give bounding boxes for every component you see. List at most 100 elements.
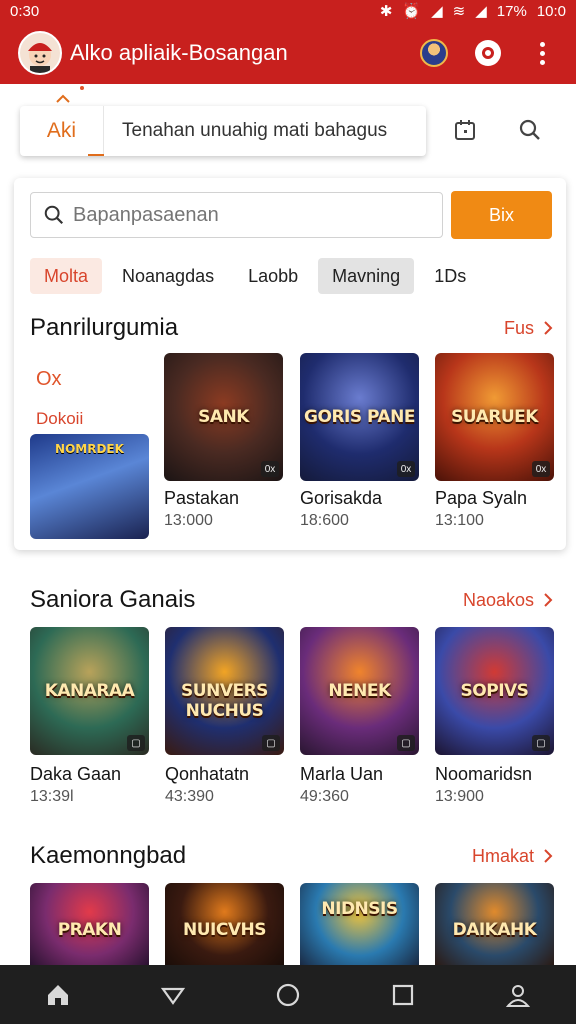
game-tile[interactable]: NENEK ▢ — [300, 627, 419, 755]
record-icon — [475, 40, 501, 66]
game-art-title: PRAKN — [57, 919, 122, 940]
app-bar: Alko apliaik-Bosangan — [0, 22, 576, 84]
section-title: Panrilurgumia — [30, 314, 179, 341]
corner-badge-icon: ▢ — [397, 735, 415, 751]
game-meta: 13:000 — [164, 512, 213, 529]
search-icon[interactable] — [514, 114, 546, 146]
search-tab[interactable]: Aki — [20, 106, 104, 156]
notification-dot — [80, 86, 84, 90]
user-avatar — [420, 39, 448, 67]
game-name[interactable]: Papa Syaln — [435, 488, 527, 509]
game-meta: 13:100 — [435, 512, 484, 529]
mini-art-title: NOMRDEK — [55, 442, 124, 456]
top-search-row: Aki Tenahan unuahig mati bahagus — [0, 84, 576, 170]
status-clock: 10:0 — [536, 2, 566, 20]
circle-home-icon[interactable] — [266, 973, 310, 1017]
game-name[interactable]: Noomaridsn — [435, 764, 532, 785]
record-button[interactable] — [472, 37, 504, 69]
search-submit-button[interactable]: Bix — [451, 191, 552, 239]
section-more-label: Fus — [503, 317, 534, 338]
featured-card: Bix Molta Noanagdas Laobb Mavning 1Ds Pa… — [14, 178, 566, 550]
status-icons: ✱ ⏰ ◢ ≋ ◢ 17% 10:0 — [379, 2, 566, 21]
game-tile[interactable]: NIDNSIS — [300, 883, 419, 965]
status-bar: 0:30 ✱ ⏰ ◢ ≋ ◢ 17% 10:0 — [0, 0, 576, 22]
bluetooth-icon: ✱ — [379, 3, 393, 20]
game-art-title: GORIS PANE — [304, 406, 415, 427]
game-name[interactable]: Gorisakda — [300, 488, 382, 509]
game-art-title: NIDNSIS — [321, 899, 398, 920]
section3-header: Kaemonngbad Hmakat — [30, 842, 554, 870]
game-art-title: SUNVERS NUCHUS — [181, 680, 268, 721]
game-tile[interactable]: PRAKN — [30, 883, 149, 965]
controller-badge-icon: 0x — [532, 461, 550, 477]
section-more-label: Hmakat — [471, 845, 534, 866]
corner-badge-icon: ▢ — [262, 735, 280, 751]
corner-badge-icon: ▢ — [532, 735, 550, 751]
game-tile[interactable]: DAIKAHK — [435, 883, 554, 965]
game-art-title: NENEK — [328, 680, 391, 701]
alarm-icon: ⏰ — [402, 3, 422, 20]
game-art-title: DAIKAHK — [452, 919, 537, 940]
featured-game-tile[interactable]: GORIS PANE 0x — [300, 353, 419, 481]
chip-1ds[interactable]: 1Ds — [420, 258, 480, 294]
back-icon[interactable] — [151, 973, 195, 1017]
search-icon — [44, 205, 64, 225]
featured-game-tile[interactable]: SUARUEK 0x — [435, 353, 554, 481]
user-avatar-button[interactable] — [418, 37, 450, 69]
search-query[interactable]: Tenahan unuahig mati bahagus — [104, 120, 387, 142]
battery-level: 17% — [496, 2, 527, 20]
signal-icon: ◢ — [431, 3, 443, 20]
game-art-title: SANK — [198, 406, 249, 427]
section-title: Kaemonngbad — [30, 842, 187, 869]
app-title: Alko apliaik-Bosangan — [70, 40, 288, 65]
side-label-secondary[interactable]: Dokoii — [36, 409, 83, 429]
game-tile[interactable]: SOPIVS ▢ — [435, 627, 554, 755]
chevron-right-icon — [544, 321, 553, 335]
chip-noanagdas[interactable]: Noanagdas — [108, 258, 228, 294]
side-label-primary[interactable]: Ox — [36, 368, 83, 391]
chevron-right-icon — [544, 593, 553, 607]
featured-game-tile[interactable]: SANK 0x — [164, 353, 283, 481]
section-title: Saniora Ganais — [30, 586, 196, 613]
section-more-label: Naoakos — [462, 589, 534, 610]
chevron-right-icon — [544, 849, 553, 863]
game-name[interactable]: Marla Uan — [300, 764, 383, 785]
game-meta: 43:390 — [165, 788, 214, 805]
section-more-link[interactable]: Fus — [504, 318, 554, 339]
chip-molta[interactable]: Molta — [30, 258, 103, 294]
controller-badge-icon: 0x — [397, 461, 415, 477]
section-more-link[interactable]: Naoakos — [463, 590, 554, 611]
game-art-title: KANARAA — [44, 680, 135, 701]
game-name[interactable]: Qonhatatn — [165, 764, 249, 785]
inner-search-input[interactable] — [73, 203, 413, 227]
game-tile[interactable]: SUNVERS NUCHUS ▢ — [165, 627, 284, 755]
section2-header: Saniora Ganais Naoakos — [30, 586, 554, 614]
main-search-bar[interactable]: Aki Tenahan unuahig mati bahagus — [20, 106, 426, 156]
profile-icon[interactable] — [496, 973, 540, 1017]
mini-game-tile[interactable]: NOMRDEK — [30, 434, 149, 539]
game-art-title: SUARUEK — [451, 406, 538, 427]
app-logo-icon[interactable] — [18, 31, 62, 75]
inner-search-field[interactable] — [30, 192, 443, 238]
side-labels: Ox Dokoii — [36, 368, 83, 429]
chip-laobb[interactable]: Laobb — [234, 258, 312, 294]
filter-chips: Molta Noanagdas Laobb Mavning 1Ds — [30, 258, 486, 294]
game-art-title: SOPIVS — [460, 680, 529, 701]
game-tile[interactable]: KANARAA ▢ — [30, 627, 149, 755]
game-name[interactable]: Pastakan — [164, 488, 239, 509]
recents-icon[interactable] — [381, 973, 425, 1017]
chip-mavning[interactable]: Mavning — [318, 258, 415, 294]
corner-badge-icon: ▢ — [127, 735, 145, 751]
more-menu-button[interactable] — [526, 37, 558, 69]
featured-section-header: Panrilurgumia Fus — [30, 314, 554, 342]
game-tile[interactable]: NUICVHS — [165, 883, 284, 965]
calendar-icon[interactable] — [449, 114, 481, 146]
section-more-link[interactable]: Hmakat — [472, 846, 554, 867]
game-art-title: NUICVHS — [183, 919, 266, 940]
game-meta: 13:900 — [435, 788, 484, 805]
wifi-icon: ≋ — [452, 3, 466, 20]
game-name[interactable]: Daka Gaan — [30, 764, 121, 785]
game-meta: 49:360 — [300, 788, 349, 805]
home-icon[interactable] — [36, 973, 80, 1017]
signal-2-icon: ◢ — [475, 3, 487, 20]
